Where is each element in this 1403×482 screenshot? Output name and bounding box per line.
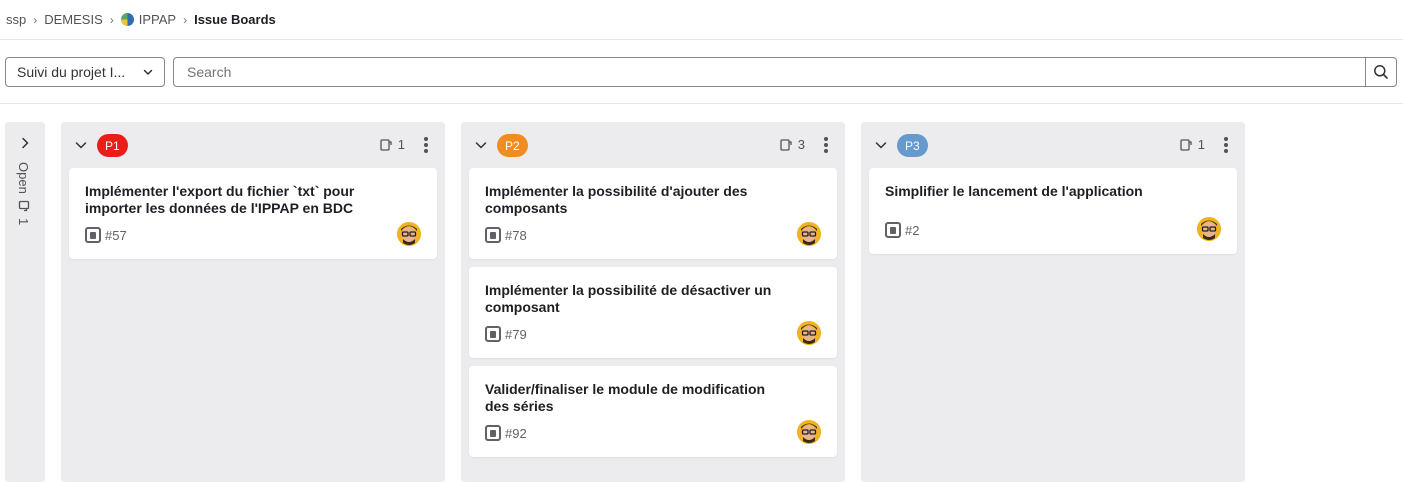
collapsed-list-title: Open 1	[16, 162, 31, 225]
kebab-menu-icon[interactable]	[1223, 135, 1229, 155]
issue-count-value: 3	[797, 137, 805, 152]
chevron-down-icon[interactable]	[74, 138, 88, 152]
card-list: Simplifier le lancement de l'application…	[861, 168, 1245, 254]
board-list-p3: P3 1 Simplifier le lancement de l'applic…	[861, 122, 1245, 482]
avatar[interactable]	[397, 222, 421, 246]
avatar[interactable]	[797, 420, 821, 444]
issue-type-icon	[485, 425, 501, 441]
issue-meta: #57	[85, 227, 421, 243]
issue-type-icon	[485, 326, 501, 342]
issue-card[interactable]: Implémenter la possibilité de désactiver…	[469, 267, 837, 358]
issue-type-icon	[885, 222, 901, 238]
issue-title[interactable]: Valider/finaliser le module de modificat…	[485, 381, 821, 415]
card-list: Implémenter la possibilité d'ajouter des…	[461, 168, 845, 457]
collapsed-list-open[interactable]: Open 1	[5, 122, 45, 482]
issue-card[interactable]: Simplifier le lancement de l'application…	[869, 168, 1237, 254]
chevron-down-icon	[143, 69, 153, 75]
issue-meta: #92	[485, 425, 821, 441]
issue-card[interactable]: Implémenter la possibilité d'ajouter des…	[469, 168, 837, 259]
issue-card[interactable]: Implémenter l'export du fichier `txt` po…	[69, 168, 437, 259]
avatar[interactable]	[797, 321, 821, 345]
issues-count-icon	[1180, 138, 1192, 151]
issues-count-icon	[780, 138, 792, 151]
issue-ref: #2	[905, 222, 920, 238]
list-header: P1 1	[61, 122, 445, 168]
issue-title[interactable]: Simplifier le lancement de l'application	[885, 183, 1221, 200]
issue-title[interactable]: Implémenter l'export du fichier `txt` po…	[85, 183, 421, 217]
issue-ref: #57	[105, 227, 127, 243]
breadcrumb-separator: ›	[109, 12, 114, 27]
issue-count: 1	[379, 137, 405, 152]
issue-meta: #2	[885, 222, 1221, 238]
chevron-right-icon[interactable]	[18, 136, 32, 150]
list-header: P2 3	[461, 122, 845, 168]
board-switcher-label: Suivi du projet I...	[17, 64, 126, 80]
project-logo-icon	[120, 13, 134, 26]
issue-ref: #92	[505, 425, 527, 441]
card-list: Implémenter l'export du fichier `txt` po…	[61, 168, 445, 259]
label-pill-p1[interactable]: P1	[97, 134, 128, 157]
list-header: P3 1	[861, 122, 1245, 168]
issue-ref: #78	[505, 227, 527, 243]
issue-count-value: 1	[1197, 137, 1205, 152]
issue-count: 1	[1179, 137, 1205, 152]
issue-meta: #78	[485, 227, 821, 243]
issues-count-icon	[18, 200, 29, 211]
search-button[interactable]	[1365, 58, 1396, 86]
issue-count: 3	[779, 137, 805, 152]
search-input[interactable]	[174, 58, 1365, 86]
chevron-down-icon[interactable]	[474, 138, 488, 152]
issue-type-icon	[485, 227, 501, 243]
filter-bar: Suivi du projet I...	[0, 40, 1403, 104]
chevron-down-icon[interactable]	[874, 138, 888, 152]
label-pill-p3[interactable]: P3	[897, 134, 928, 157]
issue-count-value: 1	[397, 137, 405, 152]
kebab-menu-icon[interactable]	[423, 135, 429, 155]
collapsed-list-label: Open	[16, 162, 31, 194]
breadcrumb: ssp › DEMESIS › IPPAP › Issue Boards	[0, 0, 1403, 40]
breadcrumb-ippap[interactable]: IPPAP	[120, 12, 177, 27]
issue-type-icon	[85, 227, 101, 243]
breadcrumb-separator: ›	[33, 12, 38, 27]
issue-ref: #79	[505, 326, 527, 342]
search-bar	[173, 57, 1397, 87]
board-switcher-dropdown[interactable]: Suivi du projet I...	[5, 57, 165, 87]
board-list-p2: P2 3 Implémenter la possibilité d'ajoute…	[461, 122, 845, 482]
breadcrumb-demesis[interactable]: DEMESIS	[44, 12, 103, 27]
issue-card[interactable]: Valider/finaliser le module de modificat…	[469, 366, 837, 457]
breadcrumb-ippap-label: IPPAP	[138, 12, 177, 27]
avatar[interactable]	[797, 222, 821, 246]
search-icon	[1374, 65, 1388, 79]
collapsed-list-count: 1	[16, 217, 31, 226]
label-pill-p2[interactable]: P2	[497, 134, 528, 157]
board-list-p1: P1 1 Implémenter l'export du fichier `tx…	[61, 122, 445, 482]
breadcrumb-separator: ›	[183, 12, 188, 27]
issues-count-icon	[380, 138, 392, 151]
issue-title[interactable]: Implémenter la possibilité d'ajouter des…	[485, 183, 821, 217]
issue-title[interactable]: Implémenter la possibilité de désactiver…	[485, 282, 821, 316]
breadcrumb-current[interactable]: Issue Boards	[194, 12, 276, 27]
avatar[interactable]	[1197, 217, 1221, 241]
breadcrumb-ssp[interactable]: ssp	[6, 12, 26, 27]
kebab-menu-icon[interactable]	[823, 135, 829, 155]
issue-meta: #79	[485, 326, 821, 342]
